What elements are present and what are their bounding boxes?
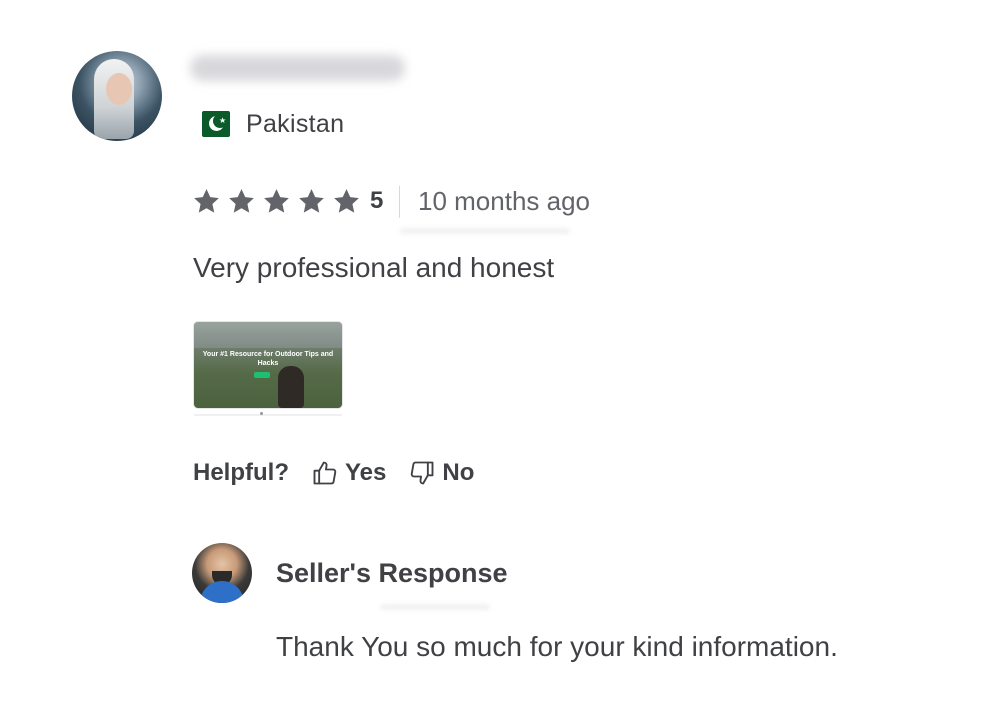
- reviewer-avatar[interactable]: [72, 51, 162, 141]
- attachment-button-graphic: [254, 372, 270, 378]
- star-icon: [264, 188, 289, 213]
- decorative-shadow: [380, 604, 490, 610]
- avatar-face: [106, 73, 132, 105]
- seller-response-title: Seller's Response: [276, 558, 508, 588]
- helpful-no-button[interactable]: No: [408, 459, 474, 487]
- seller-avatar[interactable]: [192, 543, 252, 603]
- thumbs-up-icon: [313, 461, 337, 485]
- reviewer-country: Pakistan: [246, 110, 345, 138]
- star-icon: [299, 188, 324, 213]
- helpful-yes-button[interactable]: Yes: [311, 459, 386, 487]
- attachment-caption: Your #1 Resource for Outdoor Tips and Ha…: [202, 351, 334, 367]
- helpful-yes-label: Yes: [345, 459, 387, 486]
- star-icon: [194, 188, 219, 213]
- seller-response-text: Thank You so much for your kind informat…: [276, 631, 838, 662]
- rating-value: 5: [370, 187, 384, 214]
- reviewer-name-blurred: [190, 55, 405, 81]
- pakistan-flag-icon: ★: [202, 111, 230, 137]
- attachment-indicator-dot: [260, 412, 263, 415]
- attachment-person-graphic: [278, 366, 304, 408]
- helpful-no-label: No: [442, 459, 475, 486]
- review-attachment-image[interactable]: Your #1 Resource for Outdoor Tips and Ha…: [194, 322, 342, 408]
- helpful-row: Helpful? Yes No: [193, 456, 496, 490]
- review-time: 10 months ago: [418, 186, 591, 216]
- attachment-underline: [194, 414, 342, 416]
- star-icon: [229, 188, 254, 213]
- review-text: Very professional and honest: [193, 252, 555, 283]
- star-icon: [334, 188, 359, 213]
- thumbs-down-icon: [411, 461, 434, 485]
- decorative-shadow: [400, 228, 570, 234]
- helpful-label: Helpful?: [193, 459, 289, 486]
- star-rating: [192, 184, 361, 218]
- rating-divider: [399, 186, 400, 218]
